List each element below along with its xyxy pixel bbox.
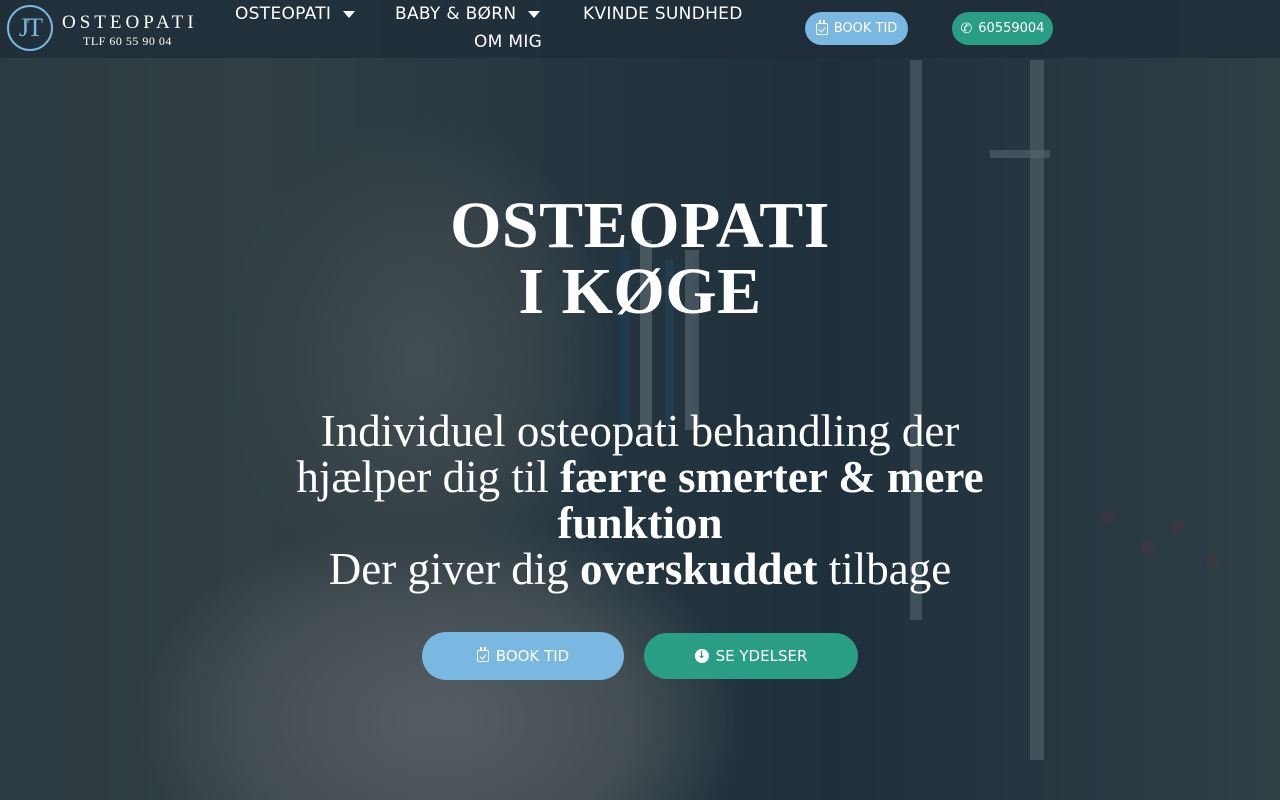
header-phone-label: 60559004: [978, 21, 1045, 36]
header-phone-button[interactable]: ✆ 60559004: [952, 12, 1053, 45]
hero-book-button[interactable]: BOOK TID: [422, 632, 624, 680]
hero-title-line2: I KØGE: [518, 255, 762, 328]
chevron-down-icon: [528, 10, 541, 18]
nav-item-label: OM MIG: [474, 32, 543, 52]
subtitle-line3-bold: overskuddet: [579, 544, 818, 594]
phone-icon: ✆: [960, 20, 973, 37]
logo-phone: TLF 60 55 90 04: [83, 34, 172, 48]
calendar-check-icon: [815, 19, 828, 35]
logo-name: OSTEOPATI: [62, 12, 198, 33]
subtitle-line1: Individuel osteopati behandling der: [320, 406, 960, 456]
subtitle-line3-end: tilbage: [817, 544, 952, 594]
nav-item-om-mig[interactable]: OM MIG: [474, 32, 542, 52]
hero-book-label: BOOK TID: [495, 647, 570, 665]
nav-item-osteopati[interactable]: OSTEOPATI: [235, 4, 356, 24]
arrow-down-circle-icon: ↓: [694, 649, 709, 663]
subtitle-line3-start: Der giver dig: [328, 544, 580, 594]
hero-title-line1: OSTEOPATI: [450, 189, 830, 262]
site-header: JT OSTEOPATI TLF 60 55 90 04 OSTEOPATI B…: [0, 0, 1280, 58]
header-book-label: BOOK TID: [833, 21, 898, 36]
site-logo[interactable]: JT OSTEOPATI TLF 60 55 90 04: [6, 5, 206, 53]
subtitle-line2-plain: hjælper dig til: [296, 452, 561, 502]
logo-monogram: JT: [7, 5, 53, 51]
nav-item-label: BABY & BØRN: [395, 4, 517, 24]
nav-item-kvinde-sundhed[interactable]: KVINDE SUNDHED: [583, 4, 743, 24]
hero-title: OSTEOPATI I KØGE: [0, 193, 1280, 325]
hero-services-button[interactable]: ↓ SE YDELSER: [644, 633, 858, 679]
hero-subtitle: Individuel osteopati behandling der hjæl…: [290, 408, 990, 592]
hero-services-label: SE YDELSER: [715, 647, 808, 665]
header-book-button[interactable]: BOOK TID: [805, 12, 908, 45]
hero-overlay: [0, 0, 1280, 800]
nav-item-baby-born[interactable]: BABY & BØRN: [395, 4, 541, 24]
subtitle-line2-bold: færre smerter & mere funktion: [557, 452, 984, 548]
calendar-check-icon: [476, 647, 489, 662]
chevron-down-icon: [343, 10, 356, 18]
nav-item-label: OSTEOPATI: [235, 4, 332, 24]
nav-item-label: KVINDE SUNDHED: [583, 4, 743, 24]
